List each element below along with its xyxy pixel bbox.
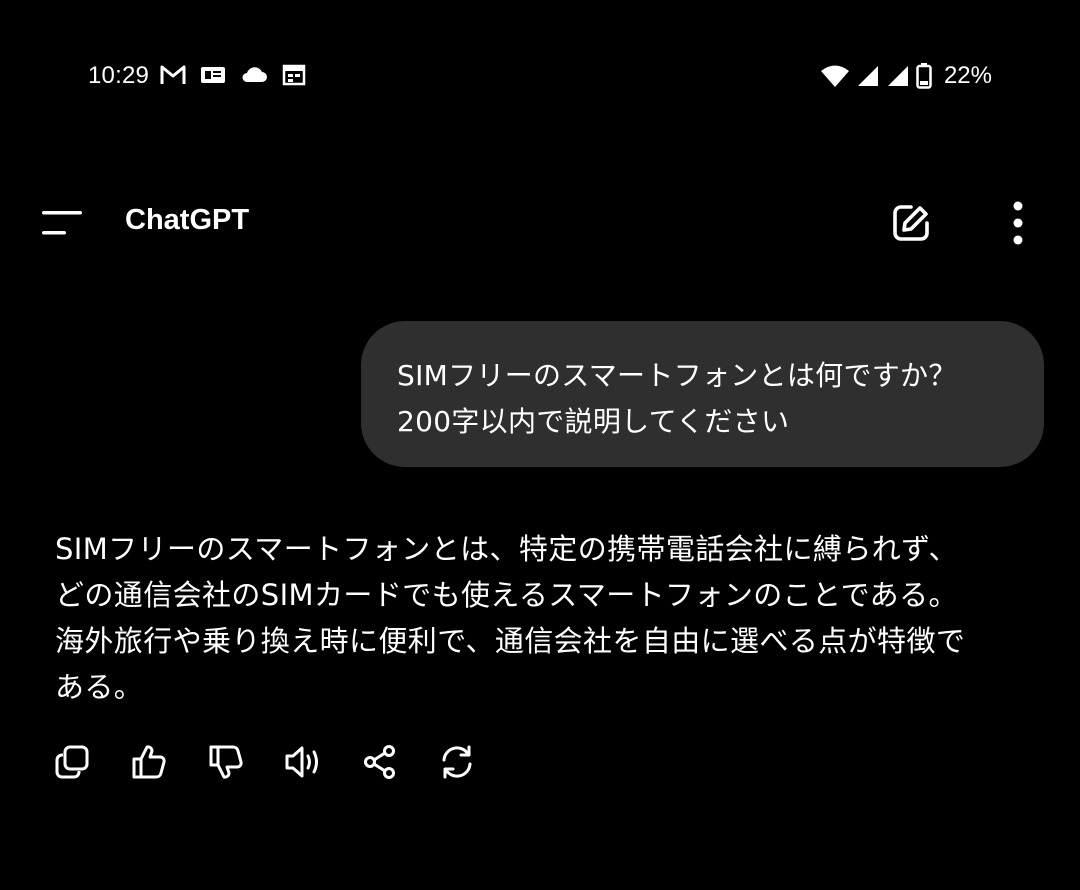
assistant-message-line: ある。 <box>55 670 144 704</box>
signal-icon <box>887 66 908 86</box>
messages-icon <box>201 67 225 83</box>
user-message-line: SIMフリーのスマートフォンとは何ですか？ <box>397 359 957 392</box>
assistant-message-line: どの通信会社のSIMカードでも使えるスマートフォンのことである。 <box>55 578 958 612</box>
battery-icon <box>916 63 932 89</box>
more-vertical-icon <box>1013 201 1023 245</box>
status-bar: 10:29 22% <box>0 52 1080 102</box>
app-title: ChatGPT <box>125 204 250 236</box>
assistant-message-line: SIMフリーのスマートフォンとは、特定の携帯電話会社に縛られず、 <box>55 532 958 566</box>
thumbs-up-icon <box>132 745 166 779</box>
read-aloud-icon <box>285 746 318 778</box>
menu-icon <box>42 211 82 235</box>
calendar-icon <box>282 64 306 86</box>
more-options-button[interactable] <box>996 198 1040 248</box>
gmail-icon <box>160 65 186 84</box>
thumbs-down-icon <box>209 745 243 779</box>
copy-button[interactable] <box>50 740 94 784</box>
share-button[interactable] <box>358 740 402 784</box>
thumbs-up-button[interactable] <box>127 740 171 784</box>
menu-button[interactable] <box>36 202 88 244</box>
system-icons: 22% <box>820 62 992 90</box>
user-message-bubble: SIMフリーのスマートフォンとは何ですか？ 200字以内で説明してください <box>361 321 1044 467</box>
notification-icons <box>160 64 306 86</box>
thumbs-down-button[interactable] <box>204 740 248 784</box>
assistant-message: SIMフリーのスマートフォンとは、特定の携帯電話会社に縛られず、 どの通信会社の… <box>55 526 1045 710</box>
edit-icon <box>893 205 929 241</box>
signal-icon <box>857 66 878 86</box>
app-bar: ChatGPT <box>0 190 1080 256</box>
copy-icon <box>55 745 89 779</box>
message-actions <box>50 740 479 784</box>
new-chat-button[interactable] <box>884 198 938 248</box>
read-aloud-button[interactable] <box>281 740 325 784</box>
share-icon <box>364 745 395 779</box>
regenerate-icon <box>442 745 472 779</box>
wifi-icon <box>820 65 849 87</box>
user-message-line: 200字以内で説明してください <box>397 405 790 438</box>
cloud-icon <box>242 67 267 82</box>
status-time: 10:29 <box>88 62 150 89</box>
battery-percentage: 22% <box>943 62 992 89</box>
assistant-message-line: 海外旅行や乗り換え時に便利で、通信会社を自由に選べる点が特徴で <box>55 624 966 658</box>
regenerate-button[interactable] <box>435 740 479 784</box>
